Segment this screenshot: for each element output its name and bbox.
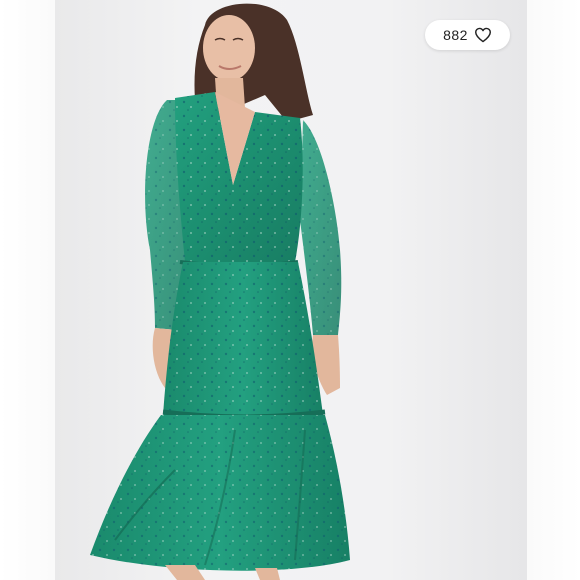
- heart-outline-icon: [474, 27, 491, 43]
- left-margin: [0, 0, 55, 580]
- dress-skirt-lower: [90, 415, 350, 571]
- dress-skirt-upper: [162, 262, 326, 420]
- dress-bodice: [175, 92, 303, 268]
- listing-photo-frame: 882: [0, 0, 580, 580]
- like-button[interactable]: 882: [425, 20, 510, 50]
- right-margin: [527, 0, 580, 580]
- product-photo[interactable]: [55, 0, 527, 580]
- like-count: 882: [443, 27, 468, 43]
